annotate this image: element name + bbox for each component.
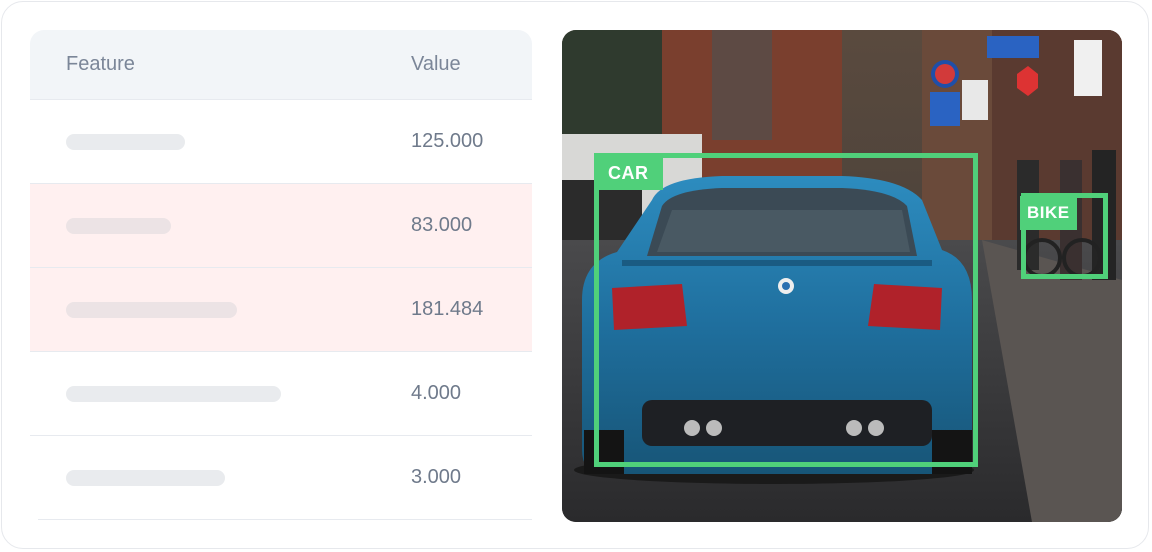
bike-label: BIKE (1020, 196, 1077, 230)
table-row-highlighted: 83.000 (30, 184, 532, 268)
table-row: 3.000 (38, 436, 532, 520)
car-label: CAR (594, 156, 663, 190)
feature-placeholder (66, 302, 237, 318)
feature-table: Feature Value 125.000 83.000 181.484 4.0… (30, 30, 532, 522)
value-cell: 4.000 (411, 382, 462, 404)
table-row: 125.000 (30, 100, 532, 184)
value-cell: 181.484 (411, 298, 484, 320)
table-row: 4.000 (30, 352, 532, 436)
table-header: Feature Value (30, 30, 532, 100)
value-cell: 83.000 (411, 214, 473, 236)
feature-placeholder (66, 134, 185, 150)
car-bounding-box (594, 153, 978, 467)
feature-placeholder (66, 386, 281, 402)
value-column-header: Value (411, 53, 461, 75)
value-cell: 3.000 (411, 466, 462, 488)
table-row-highlighted: 181.484 (30, 268, 532, 352)
feature-placeholder (66, 470, 225, 486)
value-cell: 125.000 (411, 130, 484, 152)
feature-placeholder (66, 218, 171, 234)
feature-column-header: Feature (66, 53, 135, 75)
street-photo: CAR BIKE (562, 30, 1122, 522)
